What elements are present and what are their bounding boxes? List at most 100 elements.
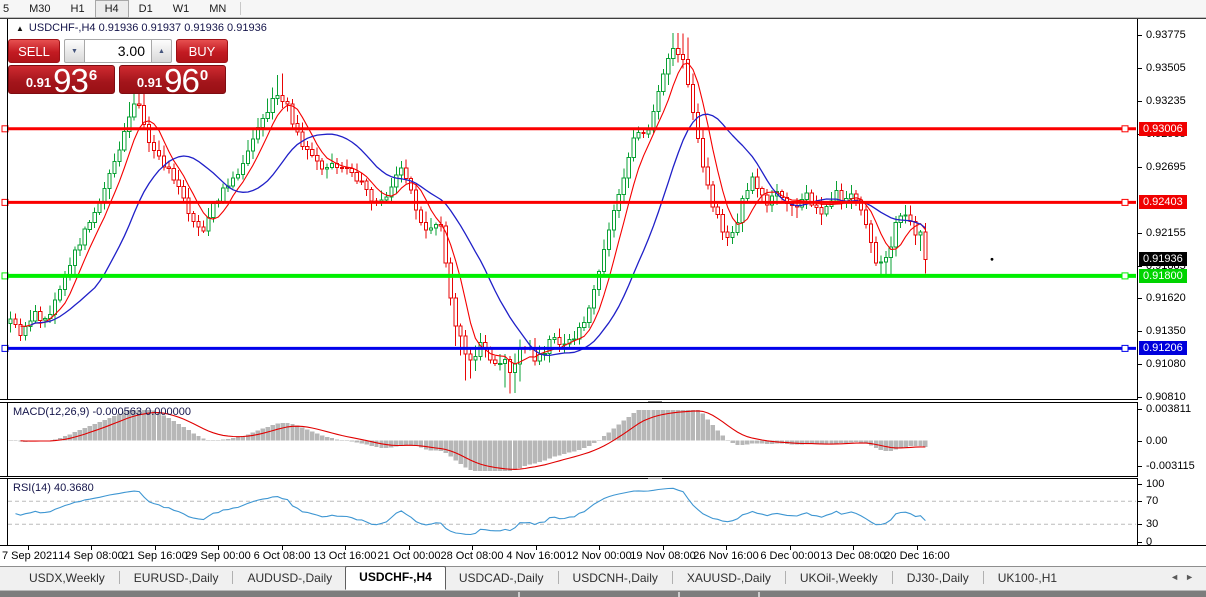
time-axis[interactable]: 7 Sep 202114 Sep 08:0021 Sep 16:0029 Sep… <box>0 546 1206 567</box>
candle-body <box>236 175 239 179</box>
buy-price-prefix: 0.91 <box>137 75 162 90</box>
candle-body <box>232 178 235 186</box>
candle-body <box>360 181 363 182</box>
macd-bar <box>582 441 586 449</box>
price-axis[interactable]: 0.937750.935050.932350.929650.926950.921… <box>1138 19 1206 545</box>
macd-bar <box>483 441 487 472</box>
candle-body <box>647 130 650 134</box>
macd-bar <box>295 425 299 440</box>
macd-bar <box>112 416 116 441</box>
candle-body <box>756 177 759 189</box>
candle-body <box>627 158 630 178</box>
macd-bar <box>493 441 497 472</box>
candle-body <box>459 326 462 336</box>
macd-bar <box>201 439 205 441</box>
timeframe-button-w1[interactable]: W1 <box>163 0 200 18</box>
macd-bar <box>107 418 111 441</box>
tab-scroll-buttons[interactable]: ◄► <box>1170 572 1200 582</box>
timeframe-button-5[interactable]: 5 <box>0 0 19 18</box>
tab-separator <box>672 571 673 584</box>
macd-bar <box>172 421 176 441</box>
candle-body <box>241 164 244 175</box>
line-anchor-handle[interactable] <box>1122 273 1128 279</box>
macd-bar <box>577 441 581 450</box>
line-anchor-handle[interactable] <box>1122 199 1128 205</box>
chart-tab-eurusd-daily[interactable]: EURUSD-,Daily <box>121 567 232 590</box>
macd-bar <box>567 441 571 453</box>
sell-price-display[interactable]: 0.91 93 6 <box>8 65 115 94</box>
chart-tab-usdcad-daily[interactable]: USDCAD-,Daily <box>446 567 557 590</box>
macd-bar <box>434 441 438 451</box>
candle-body <box>197 222 200 227</box>
chart-window-usdchf-h4: ▲USDCHF-,H4 0.91936 0.91937 0.91936 0.91… <box>0 18 1206 566</box>
candle-body <box>855 194 858 200</box>
chart-tab-dj30-daily[interactable]: DJ30-,Daily <box>894 567 982 590</box>
macd-bar <box>701 414 705 441</box>
candle-body <box>44 318 47 320</box>
candle-body <box>98 203 101 213</box>
macd-bar <box>340 440 344 441</box>
macd-bar <box>186 430 190 440</box>
macd-bar <box>439 441 443 452</box>
timeframe-button-mn[interactable]: MN <box>199 0 236 18</box>
candle-body <box>167 167 170 168</box>
timeframe-button-h4[interactable]: H4 <box>95 0 129 18</box>
macd-bar <box>315 434 319 441</box>
macd-bar <box>404 441 408 445</box>
volume-increase-button[interactable]: ▲ <box>151 39 172 63</box>
macd-bar <box>399 441 403 446</box>
candle-body <box>449 263 452 298</box>
macd-bar <box>884 441 888 451</box>
candle-body <box>93 212 96 222</box>
pane-splitter-macd[interactable] <box>0 399 1206 403</box>
timeframe-button-m30[interactable]: M30 <box>19 0 60 18</box>
volume-input[interactable] <box>85 39 151 63</box>
macd-bar <box>206 440 210 441</box>
sell-price-pipette: 6 <box>89 67 97 84</box>
chart-tab-usdx-weekly[interactable]: USDX,Weekly <box>16 567 118 590</box>
candle-body <box>182 186 185 198</box>
candle-body <box>212 204 215 218</box>
macd-bar <box>735 441 739 445</box>
chart-tab-uk100-h1[interactable]: UK100-,H1 <box>985 567 1070 590</box>
candle-body <box>157 150 160 156</box>
macd-bar <box>730 441 734 444</box>
chart-tab-usdcnh-daily[interactable]: USDCNH-,Daily <box>560 567 671 590</box>
timeframe-button-d1[interactable]: D1 <box>129 0 163 18</box>
candle-body <box>588 308 591 323</box>
volume-decrease-button[interactable]: ▼ <box>64 39 85 63</box>
chart-tab-xauusd-daily[interactable]: XAUUSD-,Daily <box>674 567 784 590</box>
rsi-pane-canvas[interactable] <box>0 479 1138 545</box>
macd-bar <box>300 428 304 441</box>
macd-bar <box>409 441 413 446</box>
candle-body <box>914 222 917 235</box>
candle-body <box>103 189 106 203</box>
chart-tab-audusd-daily[interactable]: AUDUSD-,Daily <box>234 567 345 590</box>
macd-bar <box>656 410 660 441</box>
sell-button[interactable]: SELL <box>8 39 60 63</box>
one-click-trade-panel: SELL ▼ ▲ BUY 0.91 93 6 0.91 96 0 <box>8 39 228 94</box>
buy-price-display[interactable]: 0.91 96 0 <box>119 65 226 94</box>
line-anchor-handle[interactable] <box>1122 126 1128 132</box>
chart-tab-usdchf-h4[interactable]: USDCHF-,H4 <box>345 566 446 590</box>
macd-bar <box>256 431 260 441</box>
price-tick-label: 0.92695 <box>1146 161 1186 173</box>
buy-price-pipette: 0 <box>200 67 208 84</box>
macd-bar <box>97 422 101 441</box>
candle-body <box>187 198 190 214</box>
chart-tab-ukoil-weekly[interactable]: UKOil-,Weekly <box>787 567 891 590</box>
macd-bar <box>374 441 378 448</box>
macd-bar <box>463 441 467 468</box>
macd-bar <box>191 433 195 440</box>
pane-splitter-rsi[interactable] <box>0 476 1206 479</box>
macd-bar <box>533 441 537 464</box>
timeframe-button-h1[interactable]: H1 <box>61 0 95 18</box>
rsi-tick-label: 30 <box>1146 518 1158 530</box>
candle-body <box>172 168 175 180</box>
collapse-arrow-icon[interactable]: ▲ <box>16 24 24 33</box>
tab-separator <box>119 571 120 584</box>
line-anchor-handle[interactable] <box>1122 345 1128 351</box>
buy-button[interactable]: BUY <box>176 39 228 63</box>
bid-price-marker <box>991 258 994 261</box>
macd-bar <box>636 410 640 440</box>
